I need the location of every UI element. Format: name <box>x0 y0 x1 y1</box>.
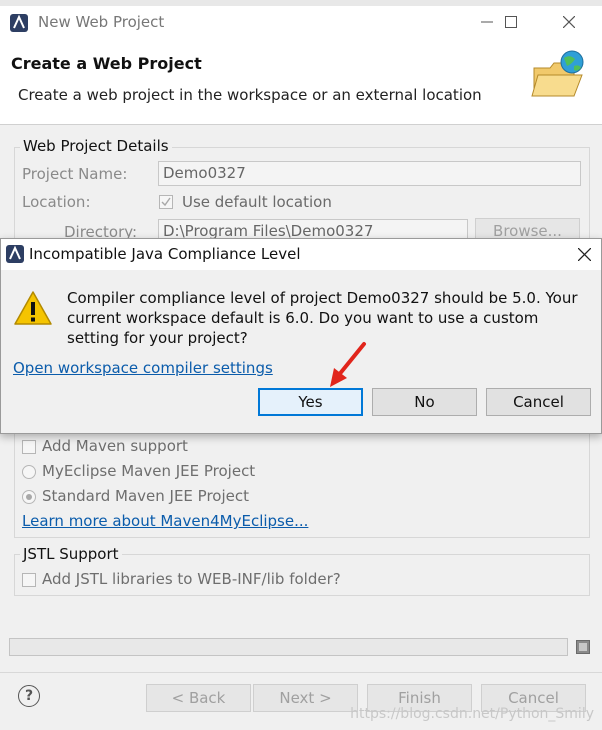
maximize-button[interactable] <box>488 6 534 38</box>
dialog-title: Incompatible Java Compliance Level <box>29 245 301 263</box>
jstl-group-title: JSTL Support <box>20 545 122 563</box>
use-default-location-label: Use default location <box>182 193 332 211</box>
open-compiler-settings-link[interactable]: Open workspace compiler settings <box>13 359 273 377</box>
checkmark-icon <box>161 197 171 207</box>
incompatible-compliance-dialog: Incompatible Java Compliance Level Compi… <box>0 238 602 434</box>
no-button[interactable]: No <box>372 388 477 416</box>
window-title: New Web Project <box>38 13 165 31</box>
use-default-location-checkbox[interactable] <box>159 195 173 209</box>
learn-more-maven-link[interactable]: Learn more about Maven4MyEclipse... <box>22 512 308 530</box>
standard-maven-jee-radio[interactable] <box>22 490 36 504</box>
add-jstl-label: Add JSTL libraries to WEB-INF/lib folder… <box>42 570 341 588</box>
myeclipse-maven-jee-radio[interactable] <box>22 465 36 479</box>
add-maven-support-checkbox[interactable] <box>22 440 36 454</box>
maximize-icon <box>505 16 517 28</box>
watermark: https://blog.csdn.net/Python_Smily <box>350 706 594 722</box>
back-button[interactable]: < Back <box>146 684 251 712</box>
next-button[interactable]: Next > <box>253 684 358 712</box>
wizard-title: Create a Web Project <box>11 54 202 73</box>
close-window-button[interactable] <box>546 6 592 38</box>
dialog-message: Compiler compliance level of project Dem… <box>67 289 578 347</box>
warning-icon <box>14 291 52 325</box>
footer-divider <box>0 672 602 673</box>
close-icon <box>563 16 575 28</box>
radio-dot <box>26 494 32 500</box>
dialog-titlebar: Incompatible Java Compliance Level <box>1 239 601 270</box>
window-titlebar: New Web Project <box>0 6 602 38</box>
progress-bar <box>9 638 568 656</box>
help-icon: ? <box>24 688 34 704</box>
cancel-button[interactable]: Cancel <box>486 388 591 416</box>
myeclipse-app-icon <box>6 245 24 263</box>
red-arrow-annotation <box>330 342 366 387</box>
stop-icon <box>579 643 587 651</box>
dialog-close-button[interactable] <box>567 239 601 270</box>
add-maven-support-label: Add Maven support <box>42 437 188 455</box>
dialog-body: Compiler compliance level of project Dem… <box>1 270 601 433</box>
wizard-header: Create a Web Project Create a web projec… <box>0 38 602 125</box>
standard-maven-jee-label: Standard Maven JEE Project <box>42 487 249 505</box>
close-icon <box>577 248 591 261</box>
wizard-subtitle: Create a web project in the workspace or… <box>18 86 482 104</box>
myeclipse-maven-jee-label: MyEclipse Maven JEE Project <box>42 462 256 480</box>
project-name-label: Project Name: <box>22 165 128 183</box>
help-button[interactable]: ? <box>18 685 40 707</box>
add-jstl-checkbox[interactable] <box>22 573 36 587</box>
stop-progress-button[interactable] <box>576 640 590 654</box>
folder-globe-icon <box>531 50 584 97</box>
details-group-title: Web Project Details <box>20 137 172 155</box>
yes-button[interactable]: Yes <box>258 388 363 416</box>
myeclipse-app-icon <box>10 14 28 32</box>
location-label: Location: <box>22 193 91 211</box>
project-name-input[interactable]: Demo0327 <box>158 161 581 186</box>
